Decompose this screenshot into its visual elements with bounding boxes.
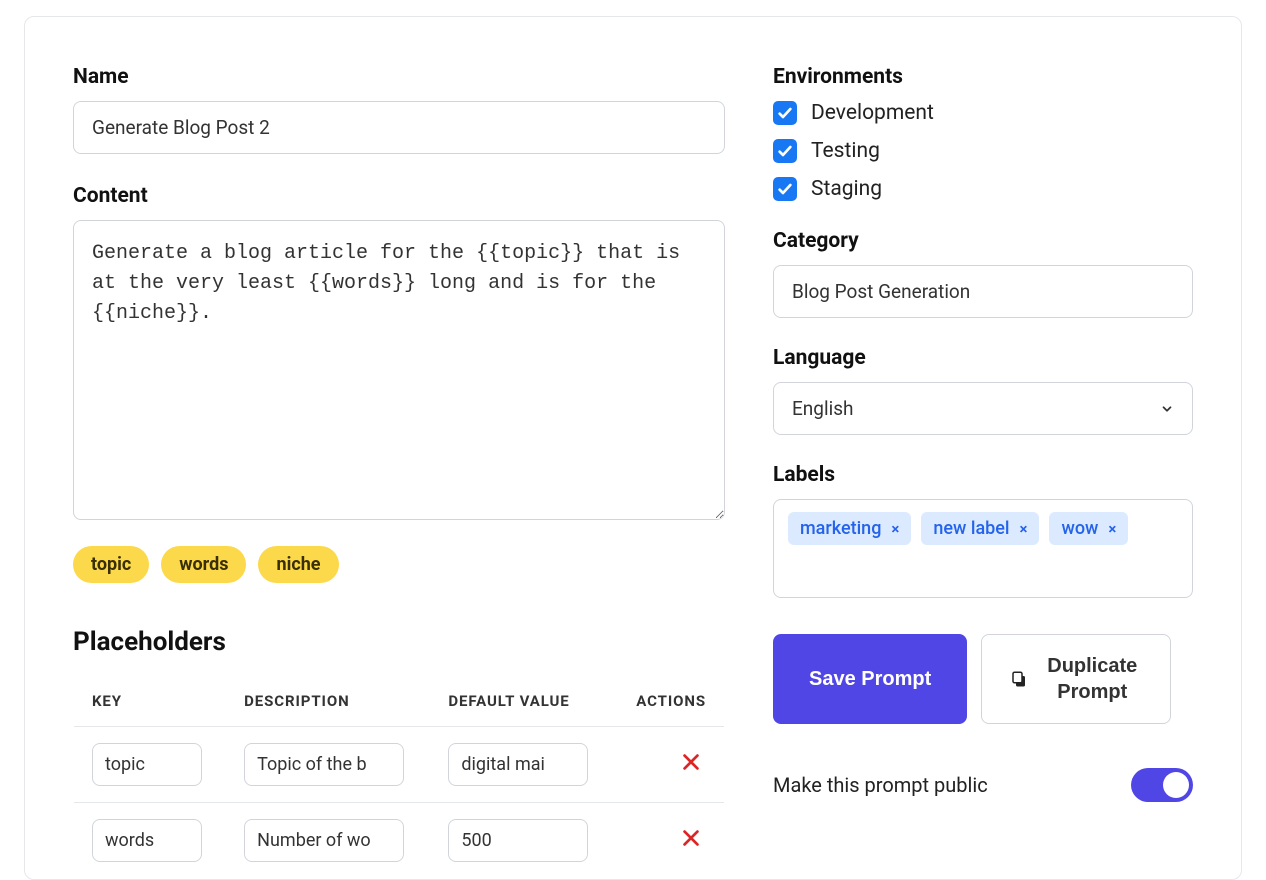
content-textarea[interactable]: Generate a blog article for the {{topic}… — [73, 220, 725, 520]
environment-label: Testing — [811, 139, 880, 163]
placeholder-default-input[interactable] — [448, 819, 588, 862]
language-value: English — [792, 397, 853, 420]
placeholder-description-input[interactable] — [244, 743, 404, 786]
public-toggle[interactable] — [1131, 768, 1193, 802]
placeholder-tag-row: topic words niche — [73, 546, 725, 583]
prompt-editor-card: Name Content Generate a blog article for… — [24, 16, 1242, 880]
chip-text: wow — [1061, 518, 1098, 539]
environment-checkbox[interactable] — [773, 177, 797, 201]
environment-label: Development — [811, 101, 934, 125]
env-row-development: Development — [773, 101, 1193, 125]
close-icon — [680, 827, 702, 849]
col-description: DESCRIPTION — [226, 676, 430, 727]
chevron-down-icon — [1160, 402, 1174, 416]
environment-label: Staging — [811, 177, 882, 201]
placeholder-default-input[interactable] — [448, 743, 588, 786]
chip-text: marketing — [800, 518, 881, 539]
labels-label: Labels — [773, 463, 1193, 487]
save-button[interactable]: Save Prompt — [773, 634, 967, 724]
name-label: Name — [73, 65, 725, 89]
checkmark-icon — [777, 181, 793, 197]
right-column: Environments Development Testing Staging… — [773, 65, 1193, 879]
delete-row-button[interactable] — [676, 823, 706, 859]
left-column: Name Content Generate a blog article for… — [73, 65, 725, 879]
label-chip: new label × — [921, 512, 1039, 545]
language-select[interactable]: English — [773, 382, 1193, 435]
public-label: Make this prompt public — [773, 773, 988, 797]
category-label: Category — [773, 229, 1193, 253]
placeholders-title: Placeholders — [73, 627, 725, 657]
chip-text: new label — [933, 518, 1009, 539]
chip-remove-button[interactable]: × — [891, 520, 899, 538]
name-input[interactable] — [73, 101, 725, 154]
col-actions: ACTIONS — [614, 676, 725, 727]
chip-remove-button[interactable]: × — [1108, 520, 1116, 538]
table-row — [74, 727, 725, 803]
content-label: Content — [73, 184, 725, 208]
toggle-knob — [1163, 772, 1189, 798]
placeholder-key-input[interactable] — [92, 819, 202, 862]
label-chip: marketing × — [788, 512, 911, 545]
checkmark-icon — [777, 105, 793, 121]
label-chip: wow × — [1049, 512, 1128, 545]
col-default: DEFAULT VALUE — [430, 676, 613, 727]
table-row — [74, 803, 725, 879]
close-icon — [680, 751, 702, 773]
placeholder-tag[interactable]: words — [161, 546, 246, 583]
chip-remove-button[interactable]: × — [1020, 520, 1028, 538]
placeholders-table: KEY DESCRIPTION DEFAULT VALUE ACTIONS — [73, 675, 725, 879]
env-row-staging: Staging — [773, 177, 1193, 201]
col-key: KEY — [74, 676, 227, 727]
language-label: Language — [773, 346, 1193, 370]
public-toggle-row: Make this prompt public — [773, 768, 1193, 802]
environment-checkbox[interactable] — [773, 101, 797, 125]
category-field[interactable]: Blog Post Generation — [773, 265, 1193, 318]
labels-input[interactable]: marketing × new label × wow × — [773, 499, 1193, 598]
checkmark-icon — [777, 143, 793, 159]
duplicate-icon — [1010, 670, 1028, 688]
env-row-testing: Testing — [773, 139, 1193, 163]
placeholder-key-input[interactable] — [92, 743, 202, 786]
placeholder-tag[interactable]: topic — [73, 546, 149, 583]
environment-checkbox[interactable] — [773, 139, 797, 163]
placeholder-description-input[interactable] — [244, 819, 404, 862]
environments-label: Environments — [773, 65, 1193, 89]
duplicate-button[interactable]: Duplicate Prompt — [981, 634, 1171, 724]
placeholder-tag[interactable]: niche — [258, 546, 338, 583]
button-row: Save Prompt Duplicate Prompt — [773, 634, 1193, 724]
delete-row-button[interactable] — [676, 747, 706, 783]
duplicate-label: Duplicate Prompt — [1042, 653, 1142, 705]
